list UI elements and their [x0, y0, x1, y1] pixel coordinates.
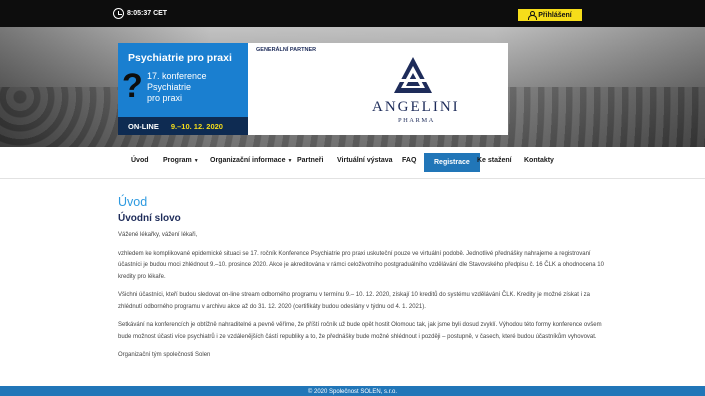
nav-kontakty[interactable]: Kontakty [524, 157, 554, 164]
partner-brand: ANGELINI [372, 99, 460, 115]
nav-program[interactable]: Program ▼ [163, 157, 199, 164]
main-navigation: Úvod Program ▼ Organizační informace ▼ Par… [0, 147, 705, 179]
nav-partneri[interactable]: Partneři [297, 157, 323, 164]
paragraph-greeting: Vážené lékařky, vážení lékaři, [118, 232, 198, 238]
footer-copyright: © 2020 Společnost SOLEN, s.r.o. [307, 389, 398, 395]
partner-brand-sub: PHARMA [398, 117, 435, 124]
login-button[interactable]: Přihlášení [518, 9, 582, 21]
nav-uvod[interactable]: Úvod [131, 157, 149, 164]
conference-dates: 9.–10. 12. 2020 [170, 121, 223, 131]
section-title: Úvodní slovo [118, 213, 181, 224]
nav-faq[interactable]: FAQ [402, 157, 416, 164]
question-mark-logo-icon: ? [122, 67, 143, 105]
chevron-down-icon: ▼ [193, 158, 199, 164]
angelini-logo-icon [394, 57, 432, 93]
nav-ke-stazeni[interactable]: Ke stažení [477, 157, 512, 164]
partner-label: GENERÁLNÍ PARTNER [256, 47, 317, 53]
clock-time: 8:05:37 CET [127, 10, 168, 17]
conference-mode: ON-LINE [128, 121, 159, 131]
conference-subtitle: 17. konference Psychiatrie pro praxi [147, 71, 207, 103]
top-bar: 8:05:37 CET Přihlášení [0, 0, 705, 27]
clock: 8:05:37 CET [113, 8, 167, 19]
conference-date-strip: ON-LINE 9.–10. 12. 2020 [118, 117, 248, 135]
user-icon [528, 11, 538, 20]
paragraph-credits: Všichni účastníci, kteří budou sledovat … [118, 292, 590, 310]
nav-organizacni-informace[interactable]: Organizační informace ▼ [210, 157, 292, 164]
nav-virtualni-vystava[interactable]: Virtuální výstava [337, 157, 393, 164]
clock-icon [113, 8, 124, 19]
main-content: Úvod Úvodní slovo Vážené lékařky, vážení… [118, 195, 608, 369]
paragraph-intro: vzhledem ke komplikované epidemické situ… [118, 250, 604, 280]
hero-banner: Psychiatrie pro praxi ? 17. konference P… [0, 27, 705, 147]
general-partner-panel: GENERÁLNÍ PARTNER ANGELINI PHARMA [248, 43, 508, 135]
conference-logo-box: Psychiatrie pro praxi ? 17. konference P… [118, 43, 248, 135]
conference-title: Psychiatrie pro praxi [128, 52, 232, 64]
page-title: Úvod [118, 195, 148, 209]
nav-registrace[interactable]: Registrace [424, 153, 480, 172]
paragraph-signature: Organizační tým společnosti Solen [118, 352, 211, 358]
footer: © 2020 Společnost SOLEN, s.r.o. [0, 386, 705, 396]
login-label: Přihlášení [538, 11, 572, 19]
chevron-down-icon: ▼ [287, 158, 293, 164]
paragraph-meeting: Setkávání na konferencích je obtížně nah… [118, 322, 602, 340]
